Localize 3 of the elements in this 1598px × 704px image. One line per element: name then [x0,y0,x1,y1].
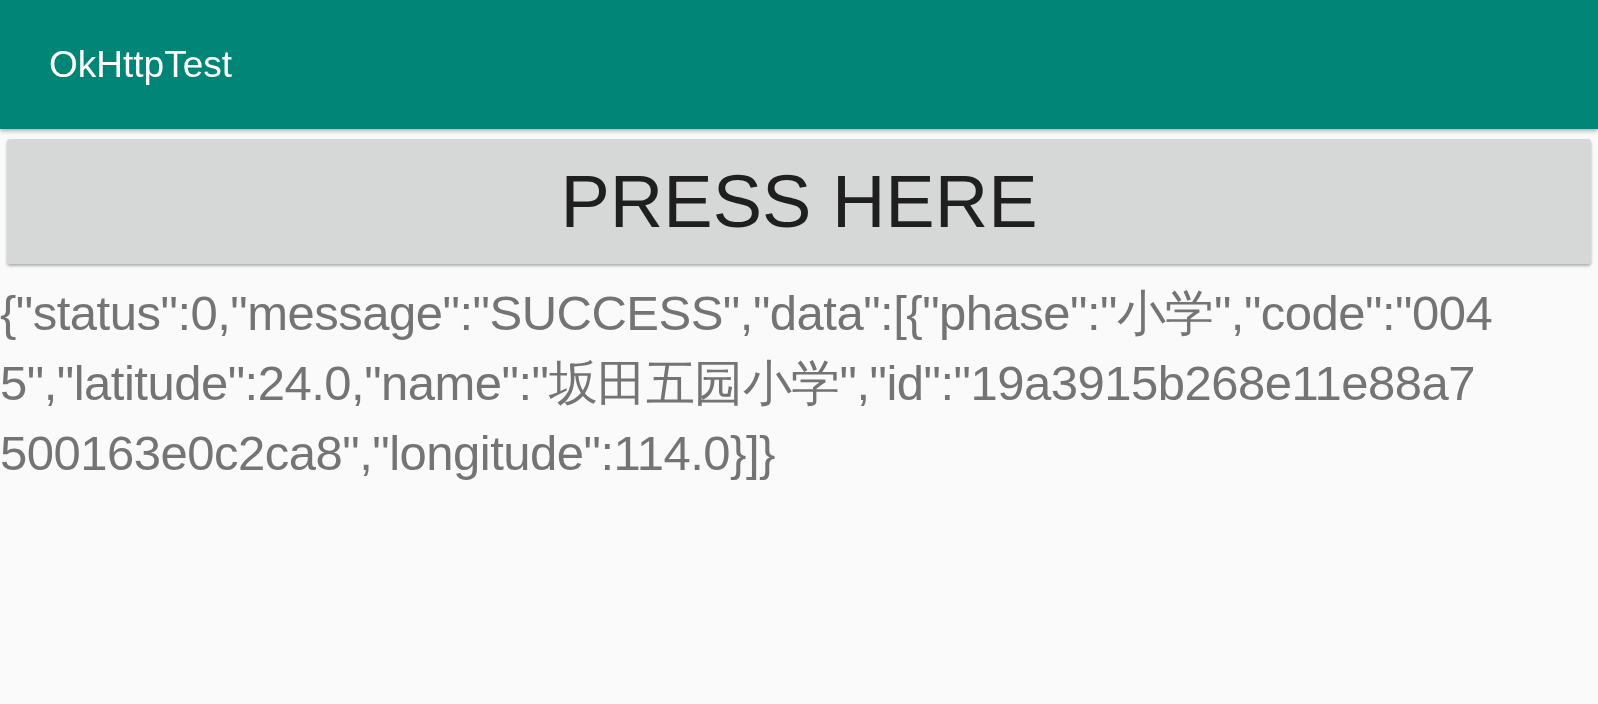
response-text: {"status":0,"message":"SUCCESS","data":[{"phase":"小学","code":"0045","latitude":24.0,"name":"坂田五园小学","id":"19a3915b268e11e88a7500163e0c2ca8","longitude":114.0}]} [0,285,1494,482]
app-title: OkHttpTest [49,43,232,86]
press-button[interactable]: PRESS HERE [7,139,1591,264]
